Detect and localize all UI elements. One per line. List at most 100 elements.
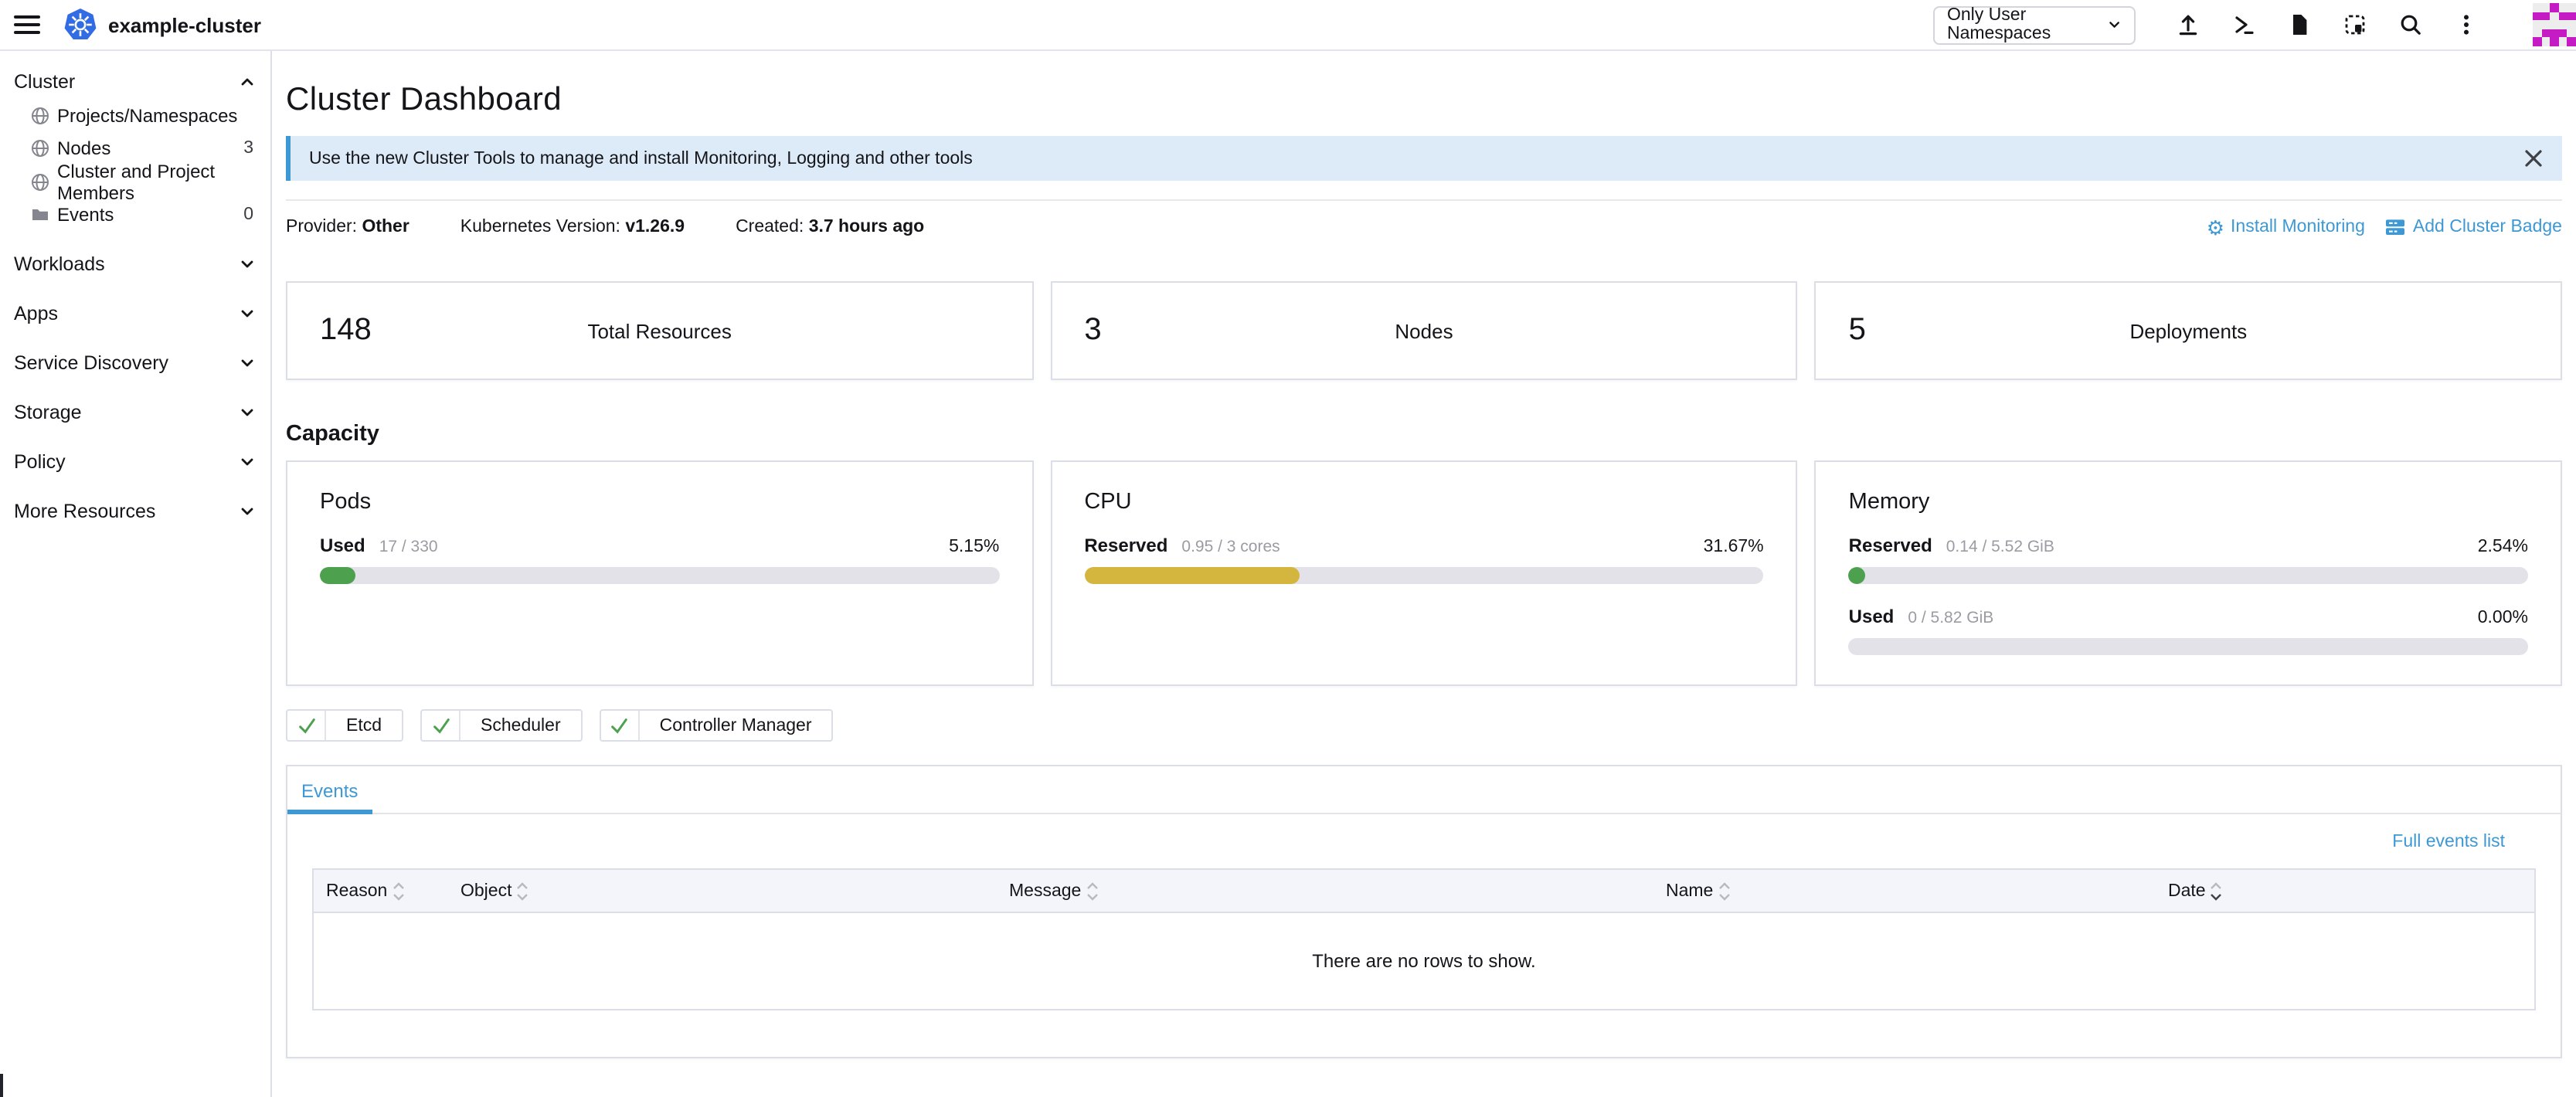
- chevron-up-icon: [240, 74, 255, 90]
- progress-bar-fill: [320, 567, 355, 584]
- card-value: 3: [1084, 313, 1101, 348]
- sidebar-group-apps: Apps: [0, 297, 270, 331]
- check-icon: [422, 711, 460, 740]
- screenshot-button[interactable]: [2342, 12, 2368, 38]
- capacity-row-detail: 0.95 / 3 cores: [1181, 538, 1280, 556]
- sidebar-group-label: Apps: [14, 303, 58, 324]
- progress-bar: [1849, 638, 2528, 655]
- add-cluster-badge-link[interactable]: Add Cluster Badge: [2385, 216, 2562, 238]
- sidebar-group-header-storage[interactable]: Storage: [0, 396, 270, 430]
- capacity-row-label: Used: [1849, 606, 1895, 627]
- capacity-card-title: CPU: [1084, 490, 1763, 515]
- user-avatar[interactable]: [2533, 3, 2576, 46]
- docs-button[interactable]: [2286, 12, 2313, 38]
- chevron-down-icon: [240, 355, 255, 371]
- capacity-card-memory: Memory Reserved 0.14 / 5.52 GiB 2.54% Us…: [1815, 460, 2562, 686]
- kubectl-shell-button[interactable]: [2231, 12, 2257, 38]
- capacity-row: Reserved 0.14 / 5.52 GiB 2.54%: [1849, 535, 2528, 584]
- check-icon: [601, 711, 640, 740]
- sort-icon: [392, 881, 404, 900]
- capacity-row-label: Reserved: [1849, 535, 1932, 556]
- events-tabbar: Events: [287, 766, 2561, 814]
- banner-text: Use the new Cluster Tools to manage and …: [309, 149, 973, 168]
- hamburger-menu-icon[interactable]: [14, 11, 40, 39]
- upload-icon: [2176, 12, 2200, 37]
- capacity-row-detail: 0 / 5.82 GiB: [1908, 609, 1993, 627]
- banner-close-button[interactable]: [2523, 148, 2544, 168]
- sidebar-group-header-service-discovery[interactable]: Service Discovery: [0, 346, 270, 380]
- card-deployments[interactable]: 5 Deployments: [1815, 281, 2562, 380]
- capacity-row-detail: 17 / 330: [379, 538, 438, 556]
- namespace-filter-select[interactable]: Only User Namespaces: [1933, 5, 2136, 44]
- header-kebab-menu-button[interactable]: [2453, 12, 2479, 38]
- sidebar-item-count: 3: [243, 140, 270, 158]
- column-header-reason[interactable]: Reason: [314, 881, 448, 900]
- terminal-icon: [2231, 12, 2256, 37]
- card-nodes[interactable]: 3 Nodes: [1050, 281, 1797, 380]
- sidebar: Cluster Projects/Namespaces Nodes 3: [0, 51, 272, 1097]
- sidebar-group-header-policy[interactable]: Policy: [0, 445, 270, 479]
- search-icon: [2398, 12, 2423, 37]
- chevron-down-icon: [240, 504, 255, 519]
- left-edge-scrollbar[interactable]: [0, 1074, 3, 1097]
- events-panel: Events Full events list Reason Object: [286, 765, 2562, 1058]
- search-button[interactable]: [2398, 12, 2424, 38]
- card-label: Deployments: [2129, 319, 2247, 342]
- column-header-date[interactable]: Date: [2156, 881, 2534, 900]
- top-header: example-cluster Only User Namespaces: [0, 0, 2576, 51]
- snapshot-icon: [2343, 12, 2367, 37]
- sidebar-item-label: Nodes: [57, 138, 110, 160]
- events-table-empty-state: There are no rows to show.: [314, 913, 2534, 1009]
- cluster-name: example-cluster: [108, 13, 261, 36]
- column-header-object[interactable]: Object: [448, 881, 997, 900]
- page-title: Cluster Dashboard: [286, 82, 2562, 119]
- sort-icon-active-desc: [2211, 881, 2223, 900]
- sidebar-item-cluster-project-members[interactable]: Cluster and Project Members: [0, 165, 270, 199]
- sidebar-group-header-apps[interactable]: Apps: [0, 297, 270, 331]
- check-icon: [287, 711, 326, 740]
- component-status-chips: Etcd Scheduler Controller Manager: [286, 709, 2562, 742]
- progress-bar-fill: [1849, 567, 1866, 584]
- column-header-name[interactable]: Name: [1653, 881, 2156, 900]
- install-monitoring-link[interactable]: ⚙ Install Monitoring: [2207, 217, 2365, 237]
- sidebar-item-projects-namespaces[interactable]: Projects/Namespaces: [0, 99, 270, 132]
- capacity-cards: Pods Used 17 / 330 5.15% CPU R: [286, 460, 2562, 686]
- sidebar-item-label: Cluster and Project Members: [57, 161, 253, 204]
- globe-icon: [31, 107, 49, 125]
- events-table-header: Reason Object Message Name: [314, 870, 2534, 913]
- capacity-heading: Capacity: [286, 422, 2562, 447]
- sidebar-group-header-more-resources[interactable]: More Resources: [0, 494, 270, 528]
- sidebar-group-storage: Storage: [0, 396, 270, 430]
- import-yaml-button[interactable]: [2175, 12, 2201, 38]
- sidebar-item-label: Events: [57, 205, 114, 226]
- capacity-row: Reserved 0.95 / 3 cores 31.67%: [1084, 535, 1763, 584]
- chip-label: Scheduler: [460, 716, 581, 735]
- events-table: Reason Object Message Name: [312, 868, 2536, 1010]
- capacity-row-label: Used: [320, 535, 365, 556]
- meta-created: Created: 3.7 hours ago: [736, 218, 924, 236]
- full-events-list-link[interactable]: Full events list: [2392, 833, 2505, 851]
- globe-icon: [31, 140, 49, 158]
- sidebar-group-label: Cluster: [14, 71, 75, 93]
- capacity-row-detail: 0.14 / 5.52 GiB: [1946, 538, 2054, 556]
- sidebar-group-policy: Policy: [0, 445, 270, 479]
- sort-icon: [1718, 881, 1730, 900]
- summary-cards: 148 Total Resources 3 Nodes 5 Deployment…: [286, 281, 2562, 380]
- sort-icon: [517, 881, 529, 900]
- capacity-card-pods: Pods Used 17 / 330 5.15%: [286, 460, 1033, 686]
- cluster-meta-row: Provider: Other Kubernetes Version: v1.2…: [286, 216, 2562, 238]
- sidebar-group-label: Service Discovery: [14, 352, 168, 374]
- card-total-resources[interactable]: 148 Total Resources: [286, 281, 1033, 380]
- progress-bar: [1849, 567, 2528, 584]
- chevron-down-icon: [240, 405, 255, 420]
- chevron-down-icon: [240, 454, 255, 470]
- tab-events[interactable]: Events: [287, 766, 372, 814]
- column-header-message[interactable]: Message: [997, 881, 1653, 900]
- card-value: 148: [320, 313, 372, 348]
- sidebar-group-service-discovery: Service Discovery: [0, 346, 270, 380]
- folder-icon: [31, 206, 49, 225]
- sidebar-group-header-cluster[interactable]: Cluster: [0, 65, 270, 99]
- sidebar-group-label: Workloads: [14, 253, 105, 275]
- sidebar-group-header-workloads[interactable]: Workloads: [0, 247, 270, 281]
- badge-icon: [2385, 216, 2407, 238]
